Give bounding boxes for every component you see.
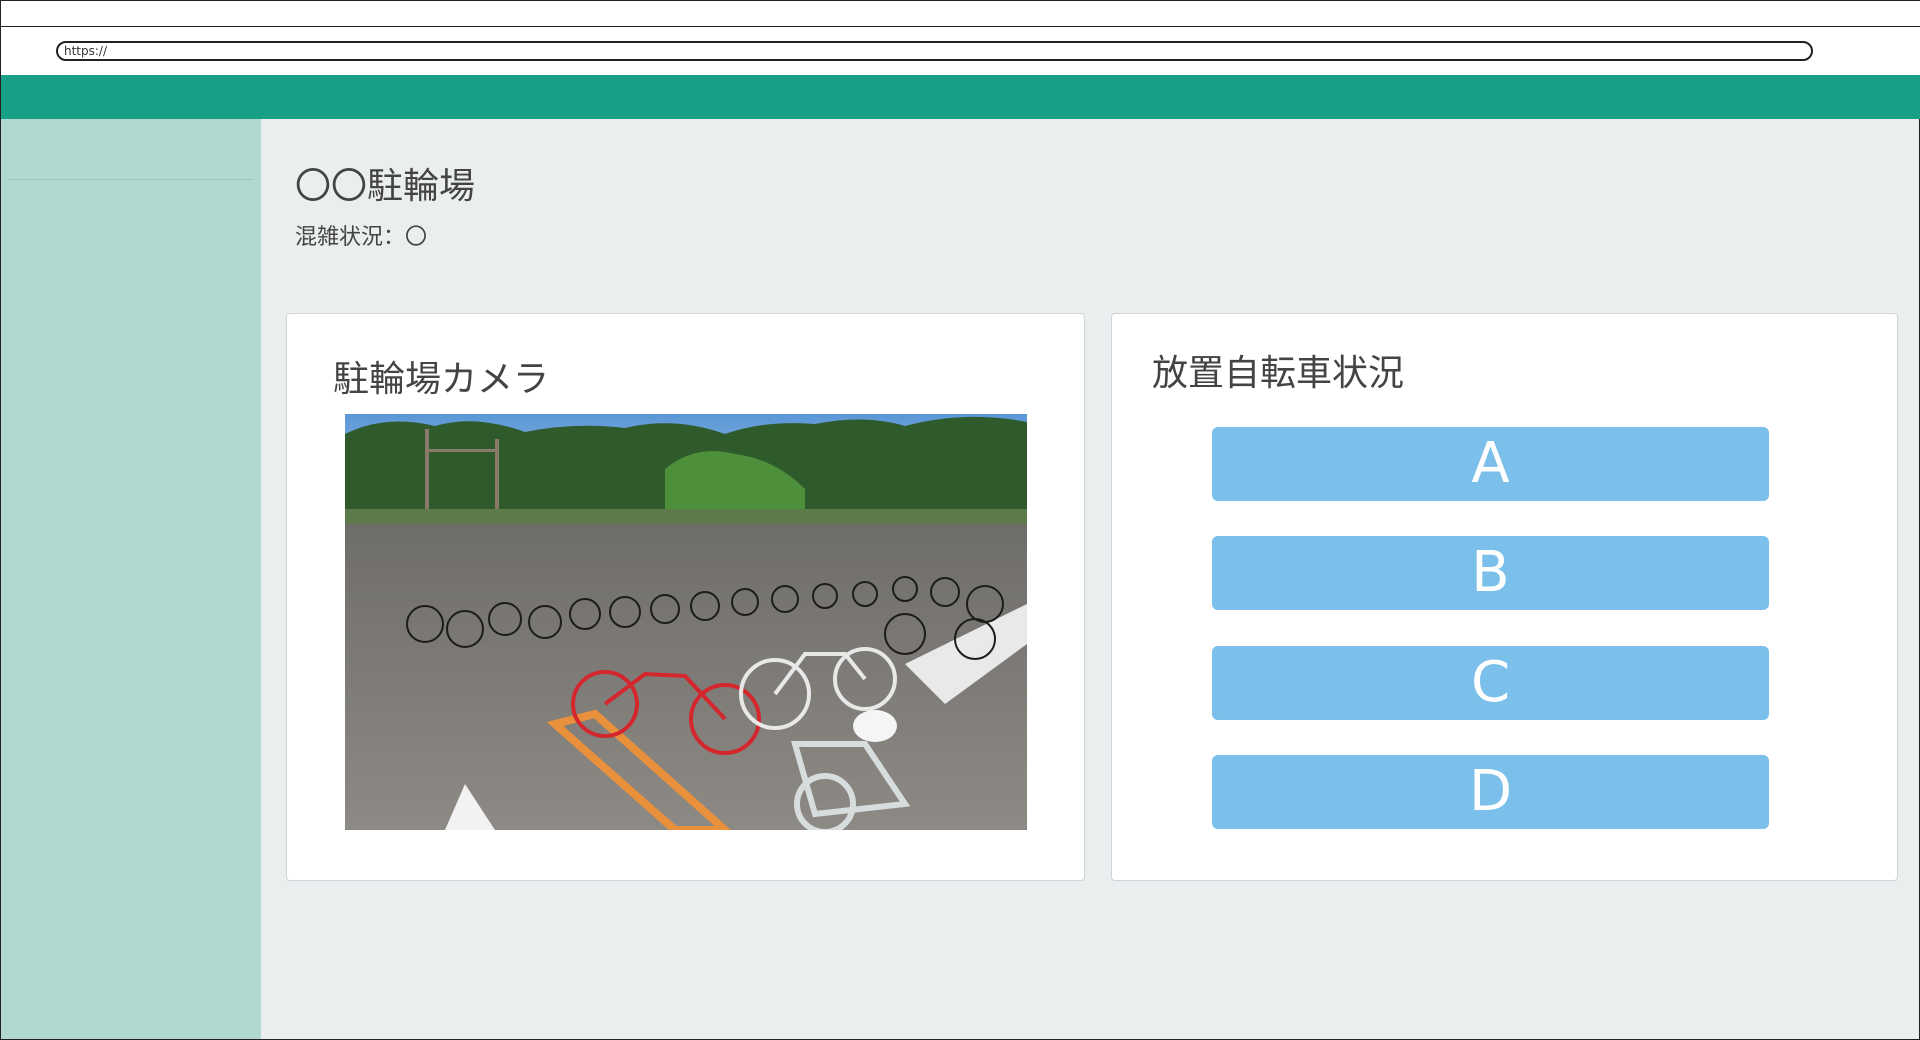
url-input[interactable]: https:// [56, 41, 1813, 61]
sidebar-header [1, 75, 261, 119]
status-c-button[interactable]: C [1212, 646, 1769, 720]
congestion-status: 混雑状況：〇 [295, 225, 428, 250]
status-d-button[interactable]: D [1212, 755, 1769, 829]
sidebar-divider [9, 179, 253, 180]
browser-title-bar [1, 1, 1920, 27]
browser-address-bar: https:// [1, 27, 1920, 75]
main-content: 〇〇駐輪場 混雑状況：〇 駐輪場カメラ 放置自転車状況 A B C D [261, 119, 1919, 1039]
app-window: https:// 〇〇駐輪場 混雑状況：〇 駐輪場カメラ 放置自転車状況 A B… [0, 0, 1920, 1040]
abandoned-card-title: 放置自転車状況 [1152, 353, 1405, 394]
page-title: 〇〇駐輪場 [295, 166, 476, 207]
abandoned-bicycle-card: 放置自転車状況 A B C D [1111, 313, 1898, 881]
camera-card-title: 駐輪場カメラ [333, 359, 550, 400]
camera-card: 駐輪場カメラ [286, 313, 1085, 881]
status-a-button[interactable]: A [1212, 427, 1769, 501]
parking-camera-image [345, 414, 1027, 830]
status-b-button[interactable]: B [1212, 536, 1769, 610]
parking-lot-photo [345, 414, 1027, 830]
app-header [1, 75, 1920, 119]
sidebar [1, 119, 261, 1039]
